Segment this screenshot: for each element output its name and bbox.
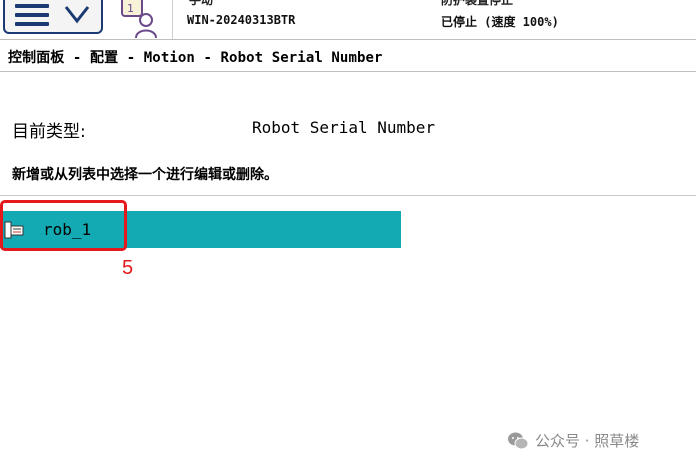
run-status-text: 已停止 (速度 100%): [441, 15, 559, 29]
watermark-text: 公众号 · 照草楼: [535, 432, 640, 450]
safety-state-text: 防护装置停止: [441, 0, 514, 7]
divider: [0, 195, 696, 196]
annotation-highlight-box: [0, 200, 127, 251]
robot-status-icon[interactable]: 1: [112, 0, 170, 40]
status-area[interactable]: 手动 防护装置停止 WIN-20240313BTR 已停止 (速度 100%): [172, 0, 696, 39]
type-value: Robot Serial Number: [252, 118, 436, 137]
breadcrumb-bar: 控制面板 - 配置 - Motion - Robot Serial Number: [0, 39, 696, 72]
chevron-down-icon: [64, 6, 90, 24]
wechat-icon: [508, 432, 529, 449]
top-bar: 1 手动 防护装置停止 WIN-20240313BTR 已停止 (速度 100%…: [0, 0, 696, 39]
annotation-step-number: 5: [122, 257, 134, 279]
type-label: 目前类型:: [12, 122, 86, 142]
main-menu-button[interactable]: [3, 0, 103, 34]
hamburger-icon: [15, 4, 49, 26]
watermark: 公众号 · 照草楼: [507, 430, 639, 451]
operation-mode-text: 手动: [189, 0, 214, 7]
breadcrumb: 控制面板 - 配置 - Motion - Robot Serial Number: [8, 50, 383, 66]
svg-text:1: 1: [127, 2, 134, 15]
instruction-text: 新增或从列表中选择一个进行编辑或删除。: [12, 167, 278, 183]
controller-name: WIN-20240313BTR: [187, 13, 296, 27]
